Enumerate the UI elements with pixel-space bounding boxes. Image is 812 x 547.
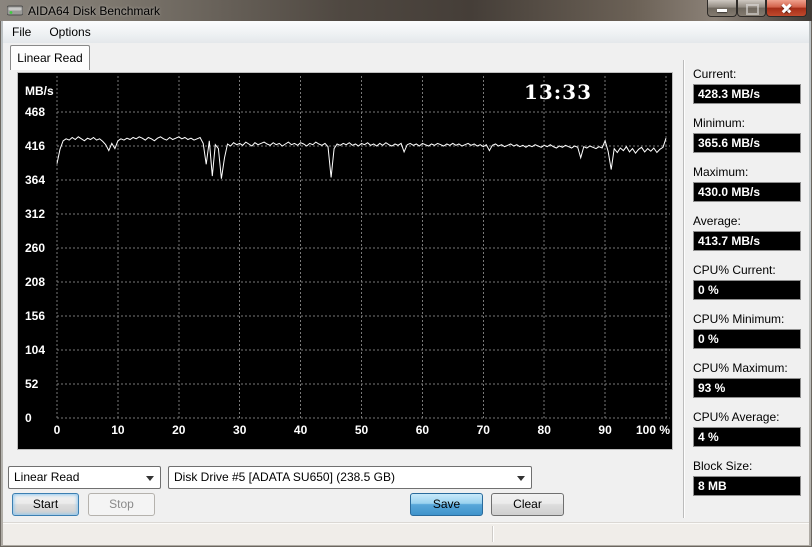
chart-clock: 13:33	[523, 80, 593, 104]
svg-text:0: 0	[25, 411, 32, 425]
stat-value: 4 %	[693, 427, 801, 447]
svg-text:10: 10	[111, 423, 125, 437]
menu-options[interactable]: Options	[40, 21, 99, 43]
drive-select[interactable]: Disk Drive #5 [ADATA SU650] (238.5 GB)	[168, 466, 532, 489]
stat-maximum: Maximum: 430.0 MB/s	[693, 165, 805, 202]
app-window: AIDA64 Disk Benchmark File Options Linea…	[0, 0, 812, 547]
stat-value: 8 MB	[693, 476, 801, 496]
panel-divider	[683, 60, 685, 518]
svg-text:156: 156	[25, 309, 45, 323]
stat-cpu-maximum: CPU% Maximum: 93 %	[693, 361, 805, 398]
minimize-button[interactable]	[707, 0, 737, 17]
stat-value: 430.0 MB/s	[693, 182, 801, 202]
stat-label: CPU% Current:	[693, 263, 776, 277]
clear-button[interactable]: Clear	[491, 493, 564, 516]
window-title: AIDA64 Disk Benchmark	[28, 4, 161, 18]
svg-text:312: 312	[25, 207, 45, 221]
tab-linear-read[interactable]: Linear Read	[10, 45, 90, 70]
svg-text:0: 0	[54, 423, 61, 437]
stat-cpu-average: CPU% Average: 4 %	[693, 410, 805, 447]
drive-select-value: Disk Drive #5 [ADATA SU650] (238.5 GB)	[174, 470, 395, 484]
stat-value: 0 %	[693, 329, 801, 349]
svg-text:104: 104	[25, 343, 45, 357]
stat-value: 93 %	[693, 378, 801, 398]
svg-text:40: 40	[294, 423, 308, 437]
stat-cpu-current: CPU% Current: 0 %	[693, 263, 805, 300]
menu-file[interactable]: File	[3, 21, 40, 43]
benchmark-type-select[interactable]: Linear Read	[8, 466, 161, 489]
benchmark-chart: 468 416 364 312 260 208 156 104 52 0 MB/s 0 10 20 30 40…	[17, 72, 673, 450]
stat-label: CPU% Maximum:	[693, 361, 788, 375]
stat-label: Maximum:	[693, 165, 749, 179]
status-bar-separator	[492, 526, 494, 542]
svg-text:70: 70	[477, 423, 491, 437]
stat-current: Current: 428.3 MB/s	[693, 67, 805, 104]
minimize-icon	[717, 9, 727, 12]
svg-text:50: 50	[355, 423, 369, 437]
svg-text:20: 20	[172, 423, 186, 437]
svg-text:52: 52	[25, 377, 39, 391]
menu-bar: File Options	[3, 21, 809, 44]
chevron-down-icon	[146, 476, 154, 481]
stat-label: CPU% Minimum:	[693, 312, 785, 326]
svg-text:208: 208	[25, 275, 45, 289]
stat-minimum: Minimum: 365.6 MB/s	[693, 116, 805, 153]
chevron-down-icon	[517, 476, 525, 481]
stat-value: 365.6 MB/s	[693, 133, 801, 153]
svg-text:60: 60	[416, 423, 430, 437]
maximize-button[interactable]	[737, 0, 766, 17]
svg-text:80: 80	[538, 423, 552, 437]
stat-label: Minimum:	[693, 116, 746, 130]
stop-button: Stop	[88, 493, 155, 516]
benchmark-type-value: Linear Read	[14, 470, 80, 484]
stat-value: 413.7 MB/s	[693, 231, 801, 251]
svg-text:MB/s: MB/s	[25, 84, 54, 98]
stat-average: Average: 413.7 MB/s	[693, 214, 805, 251]
stat-label: Block Size:	[693, 459, 753, 473]
chart-plot: 468 416 364 312 260 208 156 104 52 0 MB/s 0 10 20 30 40…	[25, 76, 670, 437]
stat-label: CPU% Average:	[693, 410, 780, 424]
svg-text:468: 468	[25, 105, 45, 119]
maximize-icon	[746, 4, 759, 15]
title-bar[interactable]: AIDA64 Disk Benchmark	[0, 0, 812, 21]
stat-value: 428.3 MB/s	[693, 84, 801, 104]
save-button[interactable]: Save	[410, 493, 483, 516]
svg-text:260: 260	[25, 241, 45, 255]
stat-block-size: Block Size: 8 MB	[693, 459, 805, 496]
svg-text:364: 364	[25, 173, 45, 187]
svg-text:100 %: 100 %	[636, 423, 670, 437]
stat-cpu-minimum: CPU% Minimum: 0 %	[693, 312, 805, 349]
disk-drive-icon	[7, 5, 23, 16]
close-icon	[781, 3, 792, 14]
svg-text:30: 30	[233, 423, 247, 437]
stat-value: 0 %	[693, 280, 801, 300]
stat-label: Current:	[693, 67, 737, 81]
stats-panel: Current: 428.3 MB/s Minimum: 365.6 MB/s …	[693, 63, 805, 508]
status-bar	[3, 522, 809, 545]
window-controls	[707, 0, 807, 17]
svg-text:90: 90	[598, 423, 612, 437]
svg-text:416: 416	[25, 139, 45, 153]
start-button[interactable]: Start	[12, 493, 79, 516]
client-area: Linear Read 468 416 364 312 260 208 156 104 52 0 M…	[3, 43, 809, 545]
stat-label: Average:	[693, 214, 741, 228]
close-button[interactable]	[766, 0, 807, 17]
